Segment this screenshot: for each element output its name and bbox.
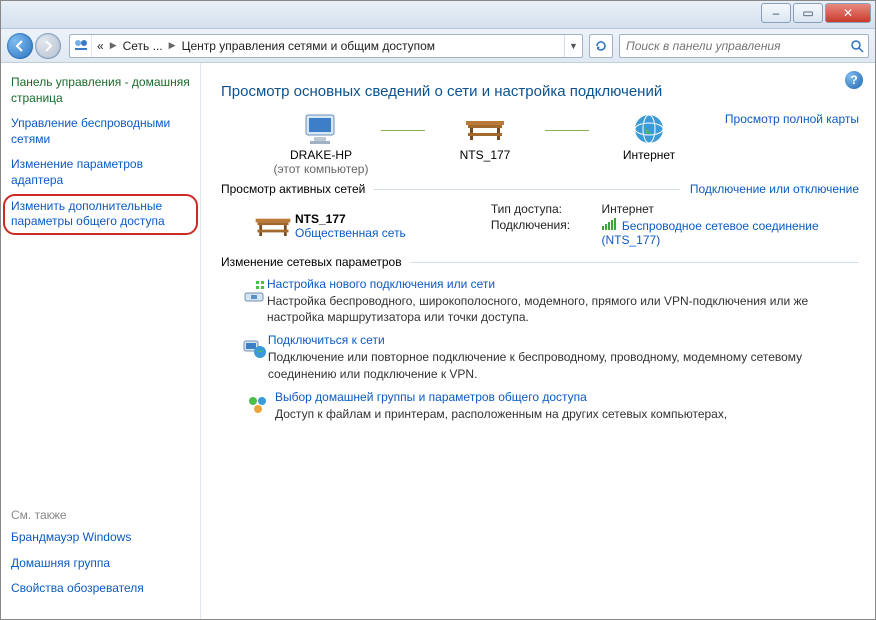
task-desc: Настройка беспроводного, широкополосного…	[267, 293, 859, 325]
access-type-value: Интернет	[602, 202, 654, 216]
task-connect: Подключиться к сети Подключение или повт…	[241, 333, 859, 381]
sidebar-link-internet-options[interactable]: Свойства обозревателя	[11, 581, 190, 597]
chevron-right-icon: ▶	[168, 40, 177, 51]
bench-icon	[251, 211, 295, 241]
arrow-left-icon	[14, 40, 26, 52]
map-this-pc[interactable]: DRAKE-HP (этот компьютер)	[261, 110, 381, 176]
task-homegroup: Выбор домашней группы и параметров общег…	[241, 390, 859, 422]
search-input[interactable]	[624, 38, 850, 54]
breadcrumb-current[interactable]: Центр управления сетями и общим доступом	[177, 35, 441, 57]
signal-bars-icon	[602, 218, 616, 230]
arrow-right-icon	[42, 40, 54, 52]
task-link[interactable]: Выбор домашней группы и параметров общег…	[275, 390, 727, 404]
map-connector	[545, 130, 589, 131]
map-internet[interactable]: Интернет	[589, 110, 709, 162]
back-button[interactable]	[7, 33, 33, 59]
task-new-connection: Настройка нового подключения или сети На…	[241, 277, 859, 325]
task-desc: Подключение или повторное подключение к …	[268, 349, 859, 381]
computer-icon	[300, 110, 342, 148]
network-settings-header: Изменение сетевых параметров	[221, 255, 859, 269]
sidebar-link-firewall[interactable]: Брандмауэр Windows	[11, 530, 190, 546]
forward-button[interactable]	[35, 33, 61, 59]
sidebar: Панель управления - домашняя страница Уп…	[1, 63, 201, 619]
breadcrumb-network[interactable]: Сеть ...	[118, 35, 168, 57]
breadcrumb-overflow[interactable]: «	[92, 35, 109, 57]
refresh-button[interactable]	[589, 34, 613, 58]
task-link[interactable]: Подключиться к сети	[268, 333, 859, 347]
chevron-right-icon: ▶	[109, 40, 118, 51]
bench-icon	[462, 110, 508, 148]
control-panel-home-link[interactable]: Панель управления - домашняя страница	[11, 75, 190, 106]
see-also-heading: См. также	[11, 508, 190, 522]
maximize-button[interactable]: ▭	[793, 3, 823, 23]
task-link[interactable]: Настройка нового подключения или сети	[267, 277, 859, 291]
active-network-row: NTS_177 Общественная сеть Тип доступа: П…	[251, 202, 859, 249]
minimize-button[interactable]: –	[761, 3, 791, 23]
map-net-name: NTS_177	[460, 148, 511, 162]
nav-toolbar: « ▶ Сеть ... ▶ Центр управления сетями и…	[1, 29, 875, 63]
connect-network-icon	[241, 333, 268, 381]
access-type-label: Тип доступа:	[491, 202, 591, 216]
connect-disconnect-link[interactable]: Подключение или отключение	[690, 182, 859, 196]
homegroup-icon	[241, 390, 275, 422]
globe-icon	[632, 110, 666, 148]
annotation-highlight: Изменить дополнительные параметры общего…	[3, 194, 198, 235]
refresh-icon	[594, 39, 608, 53]
network-map: DRAKE-HP (этот компьютер) NTS_177 Интерн…	[261, 110, 859, 176]
help-icon[interactable]: ?	[845, 71, 863, 89]
map-connector	[381, 130, 425, 131]
close-button[interactable]: ✕	[825, 3, 871, 23]
content-area: Панель управления - домашняя страница Уп…	[1, 63, 875, 619]
sidebar-link-adapter[interactable]: Изменение параметров адаптера	[11, 157, 190, 188]
full-map-link[interactable]: Просмотр полной карты	[725, 110, 859, 126]
active-networks-label: Просмотр активных сетей	[221, 182, 365, 196]
connections-label: Подключения:	[491, 218, 591, 232]
network-center-icon	[70, 35, 92, 57]
active-net-name: NTS_177	[295, 212, 406, 226]
new-connection-icon	[241, 277, 267, 325]
network-settings-label: Изменение сетевых параметров	[221, 255, 402, 269]
address-dropdown[interactable]: ▼	[564, 35, 582, 57]
sidebar-link-advanced-sharing[interactable]: Изменить дополнительные параметры общего…	[11, 199, 190, 230]
task-desc: Доступ к файлам и принтерам, расположенн…	[275, 406, 727, 422]
map-pc-name: DRAKE-HP	[290, 148, 352, 162]
page-title: Просмотр основных сведений о сети и наст…	[221, 83, 859, 100]
active-networks-header: Просмотр активных сетей Подключение или …	[221, 182, 859, 196]
map-network[interactable]: NTS_177	[425, 110, 545, 162]
map-pc-sub: (этот компьютер)	[274, 162, 369, 176]
map-internet-label: Интернет	[623, 148, 675, 162]
connection-name: Беспроводное сетевое соединение (NTS_177…	[602, 219, 819, 247]
connection-link[interactable]: Беспроводное сетевое соединение (NTS_177…	[602, 218, 860, 247]
active-net-kind-link[interactable]: Общественная сеть	[295, 226, 406, 240]
sidebar-link-wireless[interactable]: Управление беспроводными сетями	[11, 116, 190, 147]
search-box[interactable]	[619, 34, 869, 58]
search-icon	[850, 39, 864, 53]
address-bar[interactable]: « ▶ Сеть ... ▶ Центр управления сетями и…	[69, 34, 583, 58]
sidebar-link-homegroup[interactable]: Домашняя группа	[11, 556, 190, 572]
window-titlebar: – ▭ ✕	[1, 1, 875, 29]
main-pane: ? Просмотр основных сведений о сети и на…	[201, 63, 875, 619]
